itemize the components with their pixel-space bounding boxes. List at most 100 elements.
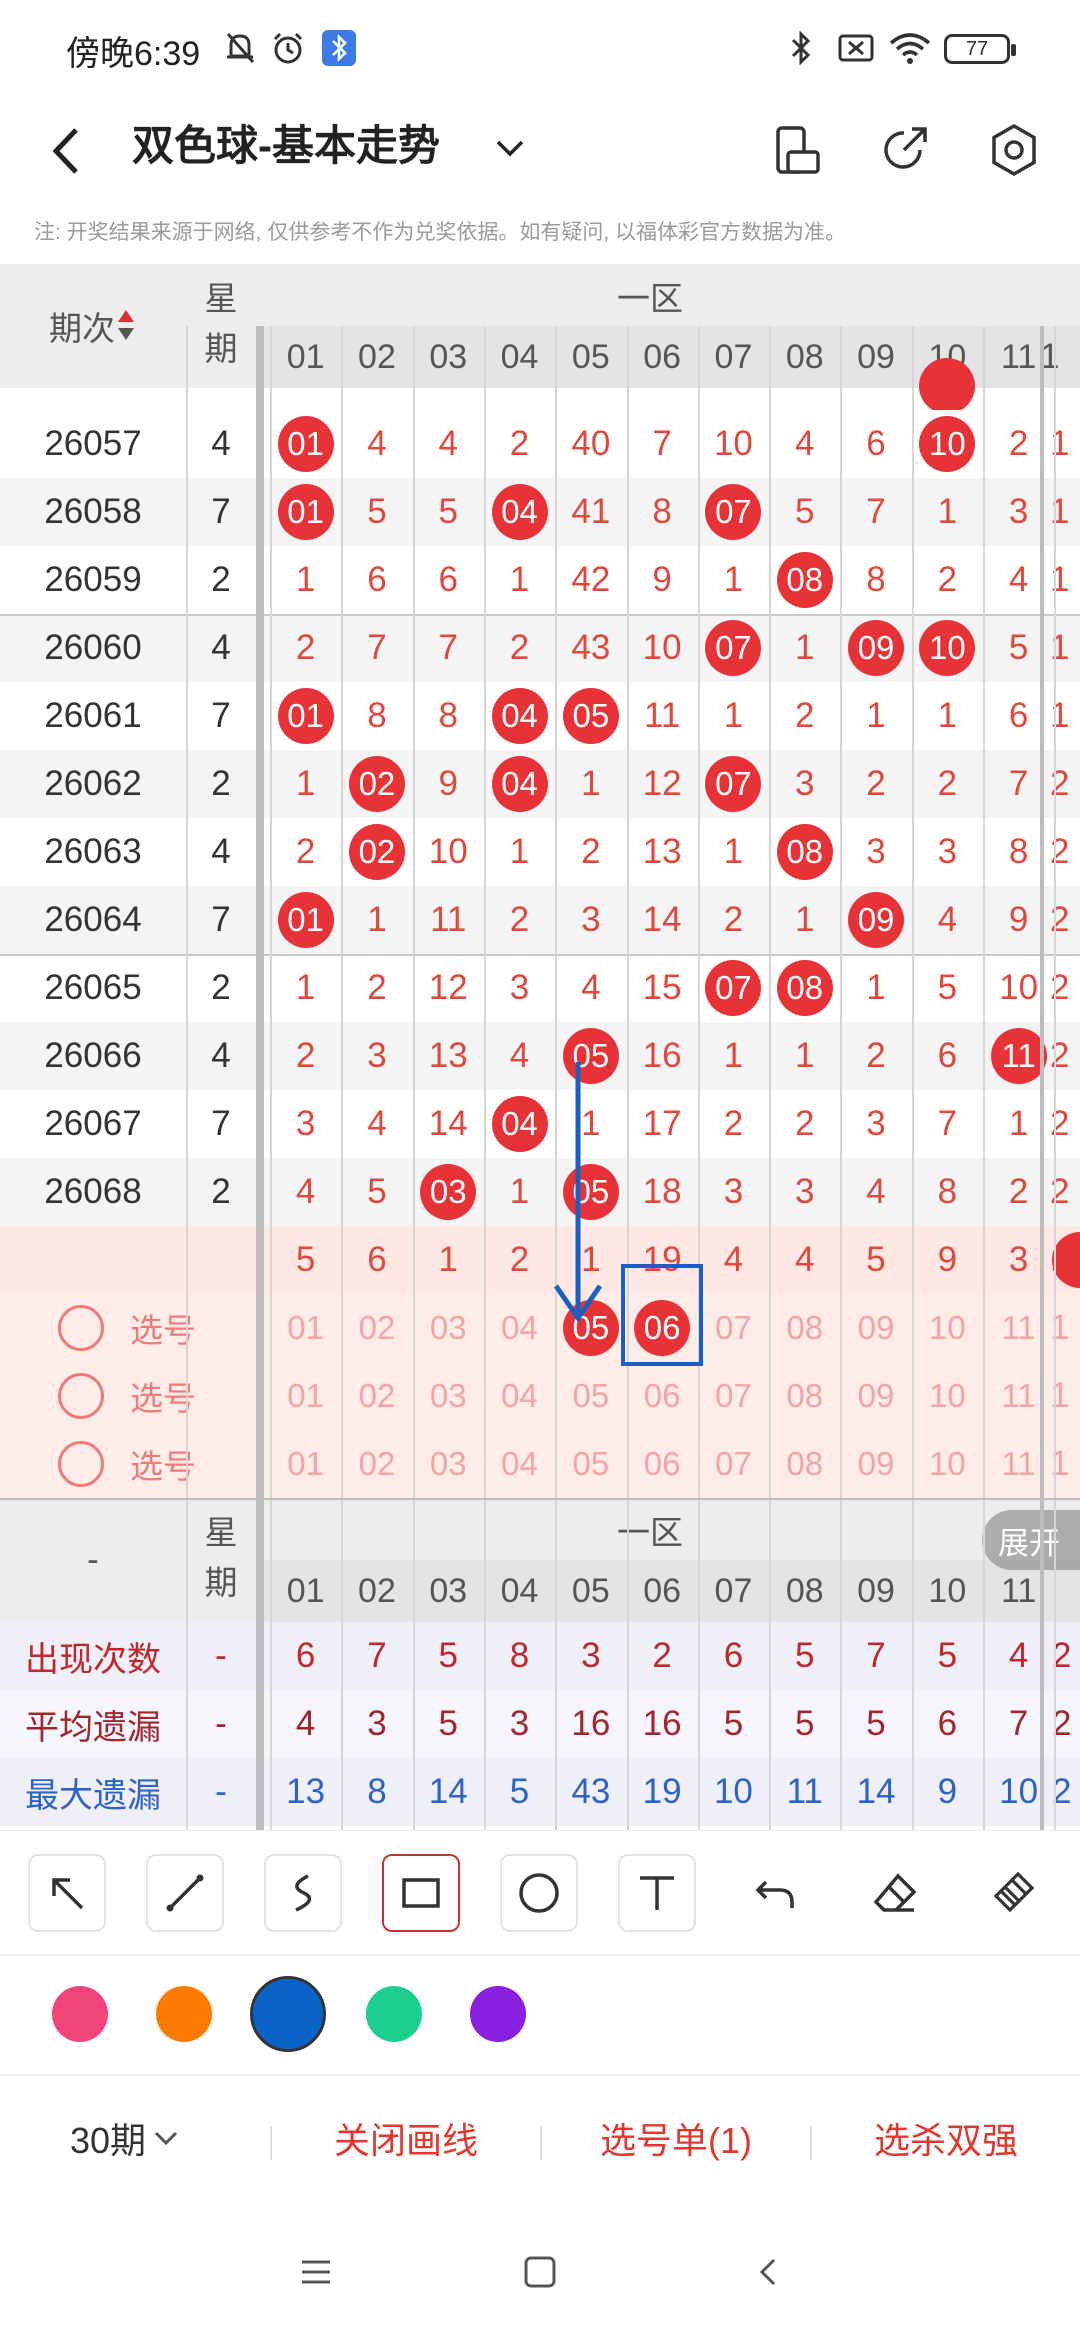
settings-gear-icon[interactable] [980, 116, 1048, 184]
eraser-tool[interactable] [856, 1854, 934, 1932]
page-title[interactable]: 双色球-基本走势 [132, 114, 440, 178]
mute-bell-icon [222, 26, 258, 70]
clear-tool[interactable] [974, 1854, 1052, 1932]
pick-number[interactable]: 06 [627, 1430, 698, 1498]
pick-number[interactable]: 02 [341, 1362, 412, 1430]
drawn-number-ball[interactable]: 09 [848, 620, 905, 676]
omission-value: 8 [438, 696, 458, 735]
pick-radio[interactable] [58, 1305, 104, 1351]
pick-number[interactable]: 07 [698, 1430, 769, 1498]
color-swatch[interactable] [250, 1976, 326, 2052]
home-nav-icon[interactable] [522, 2254, 558, 2290]
rotate-screen-button[interactable] [764, 116, 832, 184]
back-nav-icon[interactable] [750, 2254, 786, 2290]
kill-double-button[interactable]: 选杀双强 [836, 2112, 1056, 2164]
pick-number[interactable]: 09 [840, 1430, 911, 1498]
curve-tool[interactable] [264, 1854, 342, 1932]
drawn-number-ball[interactable]: 08 [776, 960, 833, 1016]
pick-radio[interactable] [58, 1441, 104, 1487]
drawn-number-ball[interactable]: 04 [491, 756, 548, 812]
pick-number[interactable]: 04 [484, 1362, 555, 1430]
omission-value: 7 [438, 628, 458, 667]
pick-number[interactable]: 08 [769, 1294, 840, 1362]
pick-number[interactable]: 03 [413, 1294, 484, 1362]
drawn-number-ball[interactable]: 05 [562, 1164, 619, 1220]
pick-number[interactable]: 02 [341, 1294, 412, 1362]
omission-value: 16 [642, 1036, 682, 1075]
pick-label[interactable]: 选号 [118, 1430, 208, 1498]
pick-radio[interactable] [58, 1373, 104, 1419]
drawn-number-ball[interactable]: 02 [348, 824, 405, 880]
drawn-number-ball[interactable]: 03 [420, 1164, 477, 1220]
line-tool[interactable] [146, 1854, 224, 1932]
color-swatch[interactable] [156, 1986, 212, 2042]
drawn-number-ball[interactable]: 01 [277, 416, 334, 472]
pick-label[interactable]: 选号 [118, 1294, 208, 1362]
drawn-number-ball[interactable]: 08 [776, 552, 833, 608]
partial-ball [919, 358, 976, 414]
color-swatch[interactable] [470, 1986, 526, 2042]
omission-value: 4 [367, 424, 387, 463]
back-button[interactable] [40, 118, 100, 184]
pick-number[interactable]: 01 [270, 1294, 341, 1362]
drawn-number-ball[interactable]: 01 [277, 892, 334, 948]
drawn-number-ball[interactable]: 04 [491, 484, 548, 540]
pick-number[interactable]: 05 [555, 1362, 626, 1430]
drawn-number-ball[interactable]: 10 [919, 620, 976, 676]
stats-number-header: 05 [571, 1571, 610, 1610]
pick-number[interactable]: 02 [341, 1430, 412, 1498]
period-selector[interactable]: 30期 [70, 2112, 186, 2164]
omission-value: 6 [367, 560, 387, 599]
expand-button[interactable]: 展开 [982, 1510, 1080, 1570]
pick-number[interactable]: 07 [698, 1294, 769, 1362]
pick-number[interactable]: 06 [627, 1362, 698, 1430]
picked-ball[interactable]: 06 [634, 1300, 691, 1356]
stats-value: 3 [367, 1704, 387, 1743]
chevron-down-icon[interactable] [488, 124, 532, 174]
omission-value: 2 [866, 1036, 886, 1075]
pick-number[interactable]: 07 [698, 1362, 769, 1430]
pick-number[interactable]: 10 [912, 1430, 983, 1498]
text-tool[interactable] [618, 1854, 696, 1932]
drawn-number-ball[interactable]: 09 [848, 892, 905, 948]
drawn-number-ball[interactable]: 10 [919, 416, 976, 472]
menu-nav-icon[interactable] [298, 2254, 334, 2290]
picked-ball[interactable]: 05 [562, 1300, 619, 1356]
drawn-number-ball[interactable]: 04 [491, 688, 548, 744]
undo-tool[interactable] [736, 1854, 814, 1932]
pick-number[interactable]: 08 [769, 1362, 840, 1430]
close-draw-button[interactable]: 关闭画线 [296, 2112, 516, 2164]
pick-list-button[interactable]: 选号单(1) [566, 2112, 786, 2164]
pick-number[interactable]: 10 [912, 1362, 983, 1430]
drawn-number-ball[interactable]: 01 [277, 484, 334, 540]
share-icon[interactable] [870, 116, 938, 184]
pick-label[interactable]: 选号 [118, 1362, 208, 1430]
pick-number[interactable]: 09 [840, 1362, 911, 1430]
drawn-number-ball[interactable]: 05 [562, 1028, 619, 1084]
arrow-tool[interactable] [28, 1854, 106, 1932]
pick-number[interactable]: 03 [413, 1430, 484, 1498]
drawn-number-ball[interactable]: 02 [348, 756, 405, 812]
drawn-number-ball[interactable]: 11 [990, 1028, 1047, 1084]
pick-number[interactable]: 04 [484, 1430, 555, 1498]
pick-number[interactable]: 09 [840, 1294, 911, 1362]
pick-number[interactable]: 05 [555, 1430, 626, 1498]
omission-value: 5 [438, 492, 458, 531]
drawn-number-ball[interactable]: 01 [277, 688, 334, 744]
pick-number[interactable]: 04 [484, 1294, 555, 1362]
pick-number[interactable]: 03 [413, 1362, 484, 1430]
drawn-number-ball[interactable]: 08 [776, 824, 833, 880]
issue-column-header[interactable]: 期次 [0, 264, 186, 388]
pick-number[interactable]: 01 [270, 1430, 341, 1498]
drawn-number-ball[interactable]: 05 [562, 688, 619, 744]
pick-number[interactable]: 08 [769, 1430, 840, 1498]
pick-number[interactable]: 10 [912, 1294, 983, 1362]
pick-number[interactable]: 01 [270, 1362, 341, 1430]
color-swatch[interactable] [52, 1986, 108, 2042]
omission-value: 4 [723, 1240, 744, 1279]
color-swatch[interactable] [366, 1986, 422, 2042]
omission-value: 7 [367, 628, 387, 667]
drawn-number-ball[interactable]: 04 [491, 1096, 548, 1152]
circle-tool[interactable] [500, 1854, 578, 1932]
rect-tool[interactable] [382, 1854, 460, 1932]
